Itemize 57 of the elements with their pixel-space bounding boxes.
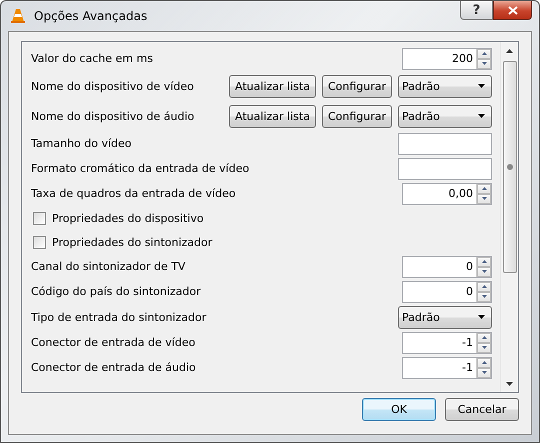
field-label: Formato cromático da entrada de vídeo — [31, 162, 250, 175]
spin-box[interactable]: 0 — [402, 280, 492, 302]
down-arrow-icon[interactable] — [482, 62, 486, 65]
field-label: Nome do dispositivo de vídeo — [31, 80, 195, 92]
up-arrow-icon[interactable] — [482, 336, 486, 339]
up-arrow-icon[interactable] — [482, 361, 486, 364]
field-label: Tamanho do vídeo — [31, 137, 133, 150]
input-field[interactable] — [398, 132, 492, 154]
dropdown[interactable]: Padrão — [398, 74, 492, 98]
field-label: Canal do sintonizador de TV — [31, 260, 186, 273]
up-arrow-icon[interactable] — [482, 285, 486, 288]
down-arrow-icon[interactable] — [482, 270, 486, 273]
down-arrow-icon[interactable] — [482, 197, 486, 200]
checkbox[interactable] — [33, 212, 46, 224]
field-label: Valor do cache em ms — [31, 52, 154, 65]
action-button[interactable]: Atualizar lista — [229, 104, 316, 128]
scroll-up-icon[interactable] — [506, 48, 513, 52]
down-arrow-icon[interactable] — [482, 295, 486, 298]
spin-box[interactable]: 0 — [402, 256, 492, 278]
caret-icon — [478, 315, 485, 319]
field-label: Nome do dispositivo de áudio — [31, 110, 196, 122]
scroll-thumb[interactable] — [502, 61, 516, 273]
grip-icon — [506, 164, 512, 170]
caret-icon — [478, 114, 485, 118]
window-title: Opções Avançadas — [34, 9, 148, 23]
scroll-down-icon[interactable] — [506, 382, 513, 386]
field-label: Taxa de quadros da entrada de vídeo — [31, 187, 237, 200]
down-arrow-icon[interactable] — [482, 371, 486, 374]
close-button[interactable] — [493, 1, 532, 20]
field-label: Código do país do sintonizador — [31, 285, 202, 298]
dropdown[interactable]: Padrão — [398, 306, 492, 328]
up-arrow-icon[interactable] — [482, 187, 486, 190]
field-label: Conector de entrada de vídeo — [31, 336, 196, 349]
action-button[interactable]: Configurar — [322, 104, 392, 128]
dialog-button[interactable]: OK — [362, 398, 436, 421]
input-field[interactable] — [398, 158, 492, 180]
close-icon — [508, 6, 518, 14]
checkbox-label: Propriedades do dispositivo — [52, 212, 204, 224]
spin-box[interactable]: 0,00 — [402, 182, 492, 204]
help-button[interactable]: ? — [460, 1, 493, 20]
checkbox-label: Propriedades do sintonizador — [52, 236, 212, 248]
scrollbar[interactable] — [500, 42, 518, 392]
dialog-button[interactable]: Cancelar — [445, 398, 519, 421]
spin-box[interactable]: -1 — [402, 332, 492, 354]
spin-box[interactable]: -1 — [402, 356, 492, 378]
traffic-cone-icon — [10, 8, 26, 24]
down-arrow-icon[interactable] — [482, 346, 486, 349]
action-button[interactable]: Configurar — [322, 74, 392, 98]
spin-box[interactable]: 200 — [402, 48, 492, 70]
up-arrow-icon[interactable] — [482, 260, 486, 263]
field-label: Tipo de entrada do sintonizador — [31, 310, 208, 324]
up-arrow-icon[interactable] — [482, 52, 486, 55]
caret-icon — [478, 84, 485, 88]
dropdown[interactable]: Padrão — [398, 104, 492, 128]
checkbox[interactable] — [33, 236, 46, 248]
field-label: Conector de entrada de áudio — [31, 361, 197, 374]
action-button[interactable]: Atualizar lista — [229, 74, 316, 98]
